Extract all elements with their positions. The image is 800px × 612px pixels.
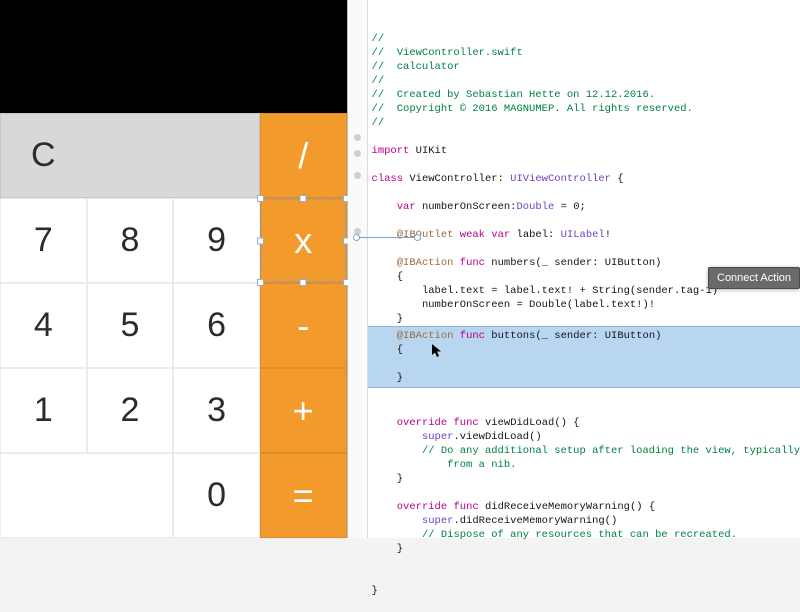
- connection-endpoint-icon[interactable]: [414, 234, 421, 241]
- code-text: UIKit: [416, 145, 448, 157]
- editor-gutter: [348, 0, 368, 538]
- code-text: (_ sender: UIButton): [535, 330, 661, 342]
- digit-6-button[interactable]: 6: [173, 283, 260, 368]
- code-keyword: override: [397, 501, 447, 513]
- code-comment: //: [372, 75, 385, 87]
- equals-button[interactable]: =: [260, 453, 347, 538]
- connection-dot-icon[interactable]: [354, 134, 361, 141]
- code-attribute: @IBOutlet: [397, 229, 454, 241]
- code-comment: //: [372, 117, 385, 129]
- digit-1-button[interactable]: 1: [0, 368, 87, 453]
- code-text: .didReceiveMemoryWarning(): [453, 515, 617, 527]
- code-keyword: weak: [460, 229, 485, 241]
- code-super: super: [422, 431, 454, 443]
- digit-3-button[interactable]: 3: [173, 368, 260, 453]
- code-text: ViewController: [409, 173, 497, 185]
- plus-button[interactable]: +: [260, 368, 347, 453]
- code-text: = 0;: [554, 201, 586, 213]
- code-attribute: @IBAction: [397, 257, 454, 269]
- connection-dot-icon[interactable]: [354, 150, 361, 157]
- calculator-keypad: C / 7 8 9 x 4 5 6 - 1 2: [0, 113, 347, 538]
- code-super: super: [422, 515, 454, 527]
- code-attribute: @IBAction: [397, 330, 454, 342]
- connection-dot-icon[interactable]: [354, 172, 361, 179]
- digit-5-button[interactable]: 5: [87, 283, 174, 368]
- digit-9-button[interactable]: 9: [173, 198, 260, 283]
- code-text: (_ sender: UIButton): [535, 257, 661, 269]
- selection-handle-icon[interactable]: [300, 195, 307, 202]
- clear-button[interactable]: C: [0, 113, 260, 198]
- code-keyword: func: [460, 257, 485, 269]
- code-keyword: import: [372, 145, 410, 157]
- code-keyword: func: [460, 330, 485, 342]
- code-text: viewDidLoad: [485, 417, 554, 429]
- minus-button[interactable]: -: [260, 283, 347, 368]
- code-text: buttons: [491, 330, 535, 342]
- code-text: numberOnScreen = Double(label.text!)!: [422, 299, 655, 311]
- digit-7-button[interactable]: 7: [0, 198, 87, 283]
- code-class: UIViewController: [510, 173, 611, 185]
- code-comment: // ViewController.swift: [372, 47, 523, 59]
- digit-8-button[interactable]: 8: [87, 198, 174, 283]
- code-text: numbers: [491, 257, 535, 269]
- code-text: label.text = label.text! + String(sender…: [422, 285, 718, 297]
- selection-handle-icon[interactable]: [257, 279, 264, 286]
- code-text: label: [517, 229, 549, 241]
- digit-0-button[interactable]: 0: [173, 453, 260, 538]
- divide-button[interactable]: /: [260, 113, 347, 198]
- code-class: Double: [516, 201, 554, 213]
- connect-action-tooltip: Connect Action: [708, 267, 800, 289]
- code-comment: // Do any additional setup after loading…: [372, 445, 800, 471]
- code-keyword: class: [372, 173, 404, 185]
- connection-endpoint-icon[interactable]: [353, 234, 360, 241]
- code-class: UILabel: [561, 229, 605, 241]
- code-keyword: override: [397, 417, 447, 429]
- highlighted-code-block[interactable]: @IBAction func buttons(_ sender: UIButto…: [368, 326, 800, 388]
- selection-handle-icon[interactable]: [300, 279, 307, 286]
- code-text: .viewDidLoad(): [453, 431, 541, 443]
- code-text: numberOnScreen: [422, 201, 510, 213]
- code-keyword: var: [491, 229, 510, 241]
- code-comment: // Created by Sebastian Hette on 12.12.2…: [372, 89, 656, 101]
- code-keyword: func: [453, 501, 478, 513]
- cursor-icon: [432, 344, 443, 359]
- calculator-simulator: C / 7 8 9 x 4 5 6 - 1 2: [0, 0, 348, 538]
- calculator-display: [0, 0, 347, 113]
- code-comment: // Copyright © 2016 MAGNUMEP. All rights…: [372, 103, 693, 115]
- multiply-label: x: [294, 220, 312, 262]
- selection-handle-icon[interactable]: [257, 237, 264, 244]
- blank-button[interactable]: [0, 453, 173, 538]
- code-text: didReceiveMemoryWarning: [485, 501, 630, 513]
- code-comment: // Dispose of any resources that can be …: [422, 529, 737, 541]
- multiply-button[interactable]: x: [260, 198, 347, 283]
- digit-4-button[interactable]: 4: [0, 283, 87, 368]
- code-keyword: var: [397, 201, 416, 213]
- selection-handle-icon[interactable]: [257, 195, 264, 202]
- code-keyword: func: [453, 417, 478, 429]
- connection-line-icon: [356, 237, 418, 238]
- digit-2-button[interactable]: 2: [87, 368, 174, 453]
